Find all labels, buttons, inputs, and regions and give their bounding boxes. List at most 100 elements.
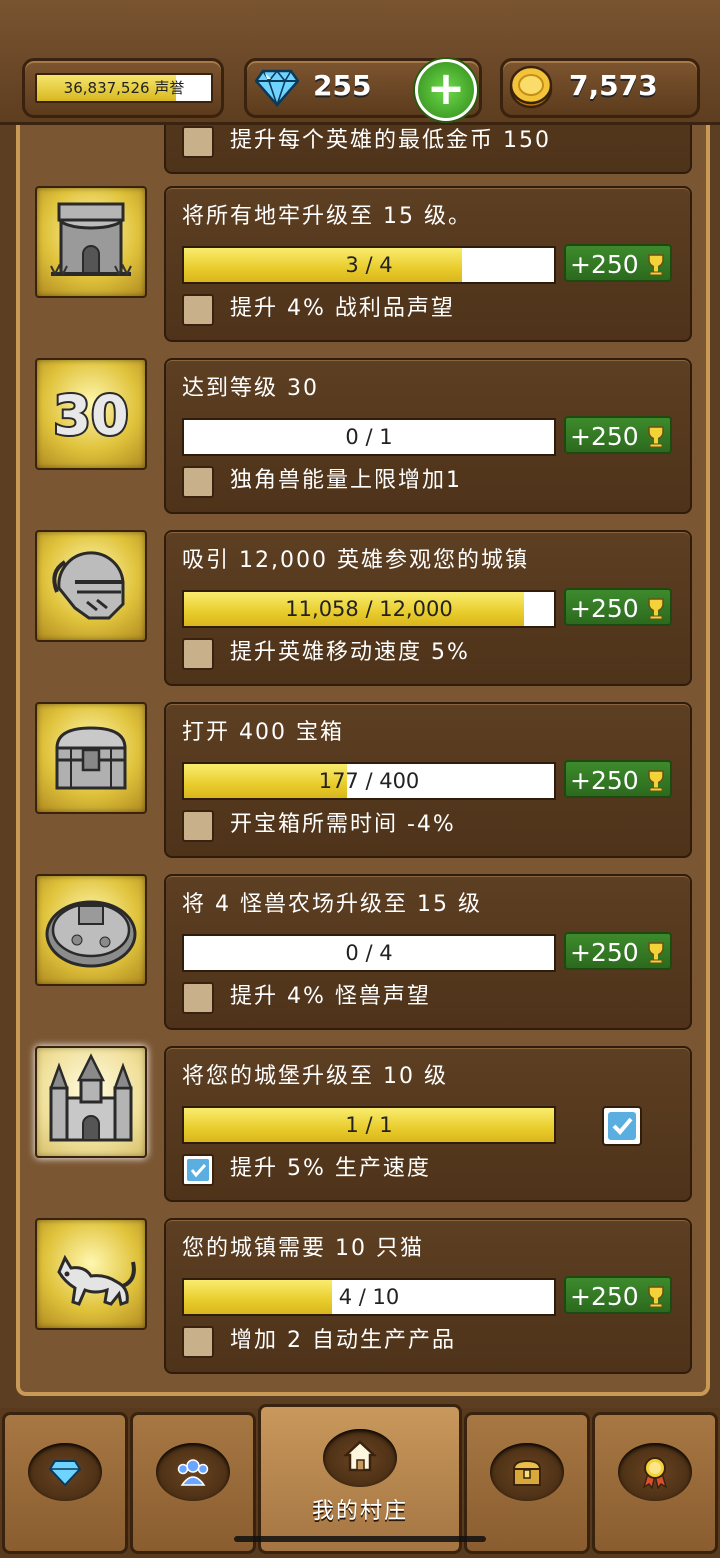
achievement-item: 打开 400 宝箱 177 / 400 +250 开宝箱所需时间 -4% <box>20 702 706 860</box>
bonus-checkbox <box>182 126 214 158</box>
gem-count: 255 <box>313 69 372 102</box>
gold-count: 7,573 <box>569 69 658 102</box>
tab-label: 我的村庄 <box>311 1499 408 1524</box>
achievement-title: 打开 400 宝箱 <box>182 720 344 745</box>
heroes-tab-icon <box>177 1459 209 1486</box>
achievement-card: 将 4 怪兽农场升级至 15 级 0 / 4 +250 提升 4% 怪兽声望 <box>164 874 692 1030</box>
reward-button[interactable]: +250 <box>564 588 672 626</box>
progress-bar: 0 / 1 <box>182 418 556 456</box>
bonus-text: 提升 4% 怪兽声望 <box>230 984 431 1009</box>
monster-farm-icon <box>35 874 147 986</box>
tab-gems[interactable] <box>2 1412 128 1554</box>
progress-bar: 0 / 4 <box>182 934 556 972</box>
reward-button[interactable]: +250 <box>564 416 672 454</box>
top-bar: 36,837,526 声誉 255 + 7,573 <box>0 0 720 125</box>
trophy-icon <box>648 254 664 276</box>
achievement-item: 将 4 怪兽农场升级至 15 级 0 / 4 +250 提升 4% 怪兽声望 <box>20 874 706 1032</box>
achievement-item: 吸引 12,000 英雄参观您的城镇 11,058 / 12,000 +250 … <box>20 530 706 688</box>
gem-counter: 255 + <box>244 58 482 121</box>
home-indicator <box>234 1536 486 1542</box>
reward-button[interactable]: +250 <box>564 1276 672 1314</box>
reward-amount: +250 <box>570 1282 639 1311</box>
gold-coin-icon <box>509 65 553 109</box>
claimed-checkmark <box>602 1106 642 1146</box>
achievement-title: 吸引 12,000 英雄参观您的城镇 <box>182 548 529 573</box>
progress-bar: 1 / 1 <box>182 1106 556 1144</box>
achievement-item: 您的城镇需要 10 只猫 4 / 10 +250 增加 2 自动生产产品 <box>20 1218 706 1376</box>
progress-text: 0 / 4 <box>345 941 393 965</box>
achievement-card: 将您的城堡升级至 10 级 1 / 1 提升 5% 生产速度 <box>164 1046 692 1202</box>
reward-amount: +250 <box>570 250 639 279</box>
bonus-text: 增加 2 自动生产产品 <box>230 1328 456 1353</box>
cat-icon <box>35 1218 147 1330</box>
bonus-text: 提升 4% 战利品声望 <box>230 296 455 321</box>
tab-achievements[interactable] <box>592 1412 718 1554</box>
fame-counter: 36,837,526 声誉 <box>22 58 224 118</box>
gold-counter: 7,573 <box>500 58 700 118</box>
reward-amount: +250 <box>570 766 639 795</box>
tab-heroes[interactable] <box>130 1412 256 1554</box>
bonus-text: 开宝箱所需时间 -4% <box>230 812 456 837</box>
castle-icon <box>35 1046 147 1158</box>
tab-chests[interactable] <box>464 1412 590 1554</box>
dungeon-tower-icon <box>35 186 147 298</box>
bonus-checkbox-checked <box>182 1154 214 1186</box>
achievement-card: 将所有地牢升级至 15 级。 3 / 4 +250 提升 4% 战利品声望 <box>164 186 692 342</box>
knight-helmet-icon <box>35 530 147 642</box>
tab-my-village[interactable]: 我的村庄 <box>258 1404 462 1554</box>
achievements-panel[interactable]: 提升每个英雄的最低金币 150 将所有地牢升级至 15 级。 3 / 4 +25… <box>16 100 710 1396</box>
reward-button[interactable]: +250 <box>564 760 672 798</box>
trophy-icon <box>648 598 664 620</box>
reward-button[interactable]: +250 <box>564 932 672 970</box>
bonus-checkbox <box>182 1326 214 1358</box>
progress-bar: 4 / 10 <box>182 1278 556 1316</box>
progress-text: 1 / 1 <box>345 1113 393 1137</box>
reward-amount: +250 <box>570 594 639 623</box>
reward-button[interactable]: +250 <box>564 244 672 282</box>
trophy-icon <box>648 1286 664 1308</box>
check-icon <box>608 1112 636 1140</box>
achievement-item: 30 达到等级 30 0 / 1 +250 独角兽能量上限增加1 <box>20 358 706 516</box>
progress-text: 0 / 1 <box>345 425 393 449</box>
chest-tab-icon <box>512 1459 542 1486</box>
buy-gems-button[interactable]: + <box>415 59 477 121</box>
level-30-icon: 30 <box>35 358 147 470</box>
achievement-title: 达到等级 30 <box>182 376 319 401</box>
progress-text: 11,058 / 12,000 <box>285 597 453 621</box>
svg-text:30: 30 <box>53 384 128 447</box>
achievement-card: 达到等级 30 0 / 1 +250 独角兽能量上限增加1 <box>164 358 692 514</box>
house-tab-icon <box>343 1440 377 1472</box>
achievement-item: 将所有地牢升级至 15 级。 3 / 4 +250 提升 4% 战利品声望 <box>20 186 706 344</box>
bonus-checkbox <box>182 638 214 670</box>
achievement-item: 将您的城堡升级至 10 级 1 / 1 提升 5% 生产速度 <box>20 1046 706 1204</box>
achievement-title: 您的城镇需要 10 只猫 <box>182 1236 424 1261</box>
check-icon <box>187 1159 209 1181</box>
diamond-icon <box>255 69 299 107</box>
progress-bar: 3 / 4 <box>182 246 556 284</box>
achievement-title: 将所有地牢升级至 15 级。 <box>182 204 472 229</box>
trophy-icon <box>648 942 664 964</box>
bonus-text: 提升英雄移动速度 5% <box>230 640 470 665</box>
treasure-chest-icon <box>35 702 147 814</box>
bonus-text: 独角兽能量上限增加1 <box>230 468 462 493</box>
progress-text: 4 / 10 <box>338 1285 400 1309</box>
bonus-text: 提升 5% 生产速度 <box>230 1156 431 1181</box>
progress-text: 177 / 400 <box>318 769 420 793</box>
achievement-card: 吸引 12,000 英雄参观您的城镇 11,058 / 12,000 +250 … <box>164 530 692 686</box>
trophy-icon <box>648 426 664 448</box>
gem-tab-icon <box>48 1460 82 1487</box>
achievement-title: 将您的城堡升级至 10 级 <box>182 1064 448 1089</box>
bonus-text: 提升每个英雄的最低金币 150 <box>230 128 551 153</box>
medal-tab-icon <box>642 1457 668 1489</box>
achievement-card: 打开 400 宝箱 177 / 400 +250 开宝箱所需时间 -4% <box>164 702 692 858</box>
progress-bar: 177 / 400 <box>182 762 556 800</box>
bonus-checkbox <box>182 466 214 498</box>
reward-amount: +250 <box>570 938 639 967</box>
fame-bar: 36,837,526 声誉 <box>35 73 213 103</box>
trophy-icon <box>648 770 664 792</box>
bonus-checkbox <box>182 294 214 326</box>
fame-text: 36,837,526 声誉 <box>63 79 185 97</box>
achievement-title: 将 4 怪兽农场升级至 15 级 <box>182 892 482 917</box>
progress-text: 3 / 4 <box>345 253 393 277</box>
bonus-checkbox <box>182 982 214 1014</box>
